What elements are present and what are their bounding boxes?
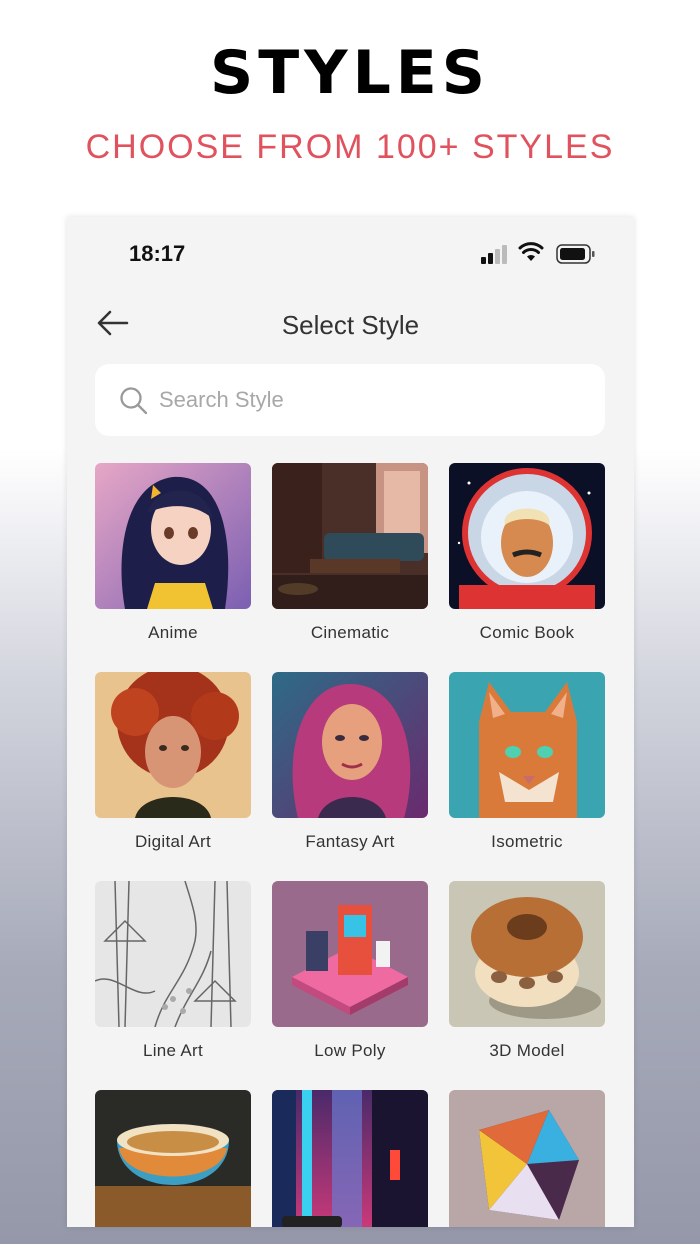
- style-label-isometric: Isometric: [491, 832, 563, 851]
- promo-subtitle: CHOOSE FROM 100+ STYLES: [85, 128, 615, 166]
- style-label-fantasy-art: Fantasy Art: [305, 832, 395, 851]
- digital-art-portrait-image: [95, 672, 251, 818]
- isometric-cat-image: [449, 672, 605, 818]
- style-card-low-poly[interactable]: Low Poly: [272, 881, 428, 1061]
- nav-bar: Select Style: [67, 302, 634, 350]
- style-card-bowl[interactable]: [95, 1090, 251, 1227]
- search-bar[interactable]: [95, 364, 605, 436]
- battery-icon: [556, 244, 595, 264]
- status-time: 18:17: [129, 241, 186, 266]
- line-art-forest-image: [95, 881, 251, 1027]
- search-icon: [120, 387, 148, 415]
- style-label-line-art: Line Art: [142, 1041, 204, 1060]
- 3d-donut-image: [449, 881, 605, 1027]
- low-poly-machine-image: [272, 881, 428, 1027]
- style-card-digital-art[interactable]: Digital Art: [95, 672, 251, 852]
- anime-girl-image: [95, 463, 251, 609]
- promo-title: STYLES: [209, 38, 491, 108]
- style-card-fantasy-art[interactable]: Fantasy Art: [272, 672, 428, 852]
- style-card-line-art[interactable]: Line Art: [95, 881, 251, 1061]
- style-label-3d-model: 3D Model: [489, 1041, 565, 1060]
- style-card-isometric[interactable]: Isometric: [449, 672, 605, 852]
- style-card-anime[interactable]: Anime: [95, 463, 251, 643]
- phone-screen: 18:17 Select Style Search Style Anime Ci…: [67, 217, 634, 1227]
- style-card-comic-book[interactable]: Comic Book: [449, 463, 605, 643]
- signal-icon: [481, 244, 509, 264]
- neon-city-image: [272, 1090, 428, 1227]
- bowl-image: [95, 1090, 251, 1227]
- style-card-neon-city[interactable]: [272, 1090, 428, 1227]
- comic-astronaut-image: [449, 463, 605, 609]
- style-card-cinematic[interactable]: Cinematic: [272, 463, 428, 643]
- geometric-shape-image: [449, 1090, 605, 1227]
- style-label-comic-book: Comic Book: [479, 623, 575, 642]
- style-card-geometric[interactable]: [449, 1090, 605, 1227]
- search-input[interactable]: [159, 382, 579, 418]
- fantasy-portrait-image: [272, 672, 428, 818]
- style-label-anime: Anime: [148, 623, 198, 642]
- style-card-3d-model[interactable]: 3D Model: [449, 881, 605, 1061]
- style-label-digital-art: Digital Art: [134, 832, 212, 851]
- style-label-low-poly: Low Poly: [314, 1041, 386, 1060]
- wifi-icon: [518, 242, 544, 261]
- page-title: Select Style: [281, 310, 420, 340]
- status-bar: 18:17: [67, 217, 634, 292]
- style-label-cinematic: Cinematic: [310, 623, 390, 642]
- cinematic-room-image: [272, 463, 428, 609]
